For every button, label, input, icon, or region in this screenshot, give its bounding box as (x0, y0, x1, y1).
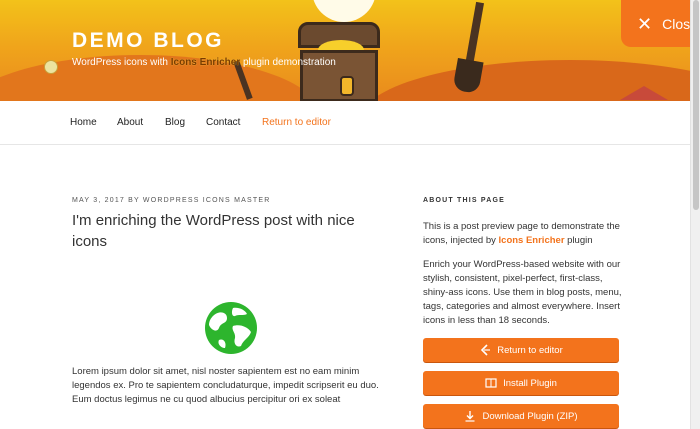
return-to-editor-button[interactable]: Return to editor (423, 338, 619, 362)
scrollbar-thumb[interactable] (693, 0, 699, 210)
install-plugin-button[interactable]: Install Plugin (423, 371, 619, 395)
close-button[interactable]: ✕ Close (621, 0, 700, 47)
sidebar-heading: ABOUT THIS PAGE (423, 197, 506, 204)
header-lamp (312, 0, 376, 22)
nav-item-contact[interactable]: Contact (206, 117, 240, 128)
sidebar-intro-text: plugin (564, 235, 593, 246)
post-body: Lorem ipsum dolor sit amet, nisl noster … (72, 366, 379, 405)
post-title[interactable]: I'm enriching the WordPress post with ni… (72, 210, 392, 252)
install-plugin-label: Install Plugin (503, 377, 557, 389)
plugin-name-link[interactable]: Icons Enricher (499, 235, 565, 246)
house-roof (620, 86, 668, 100)
nav-item-blog[interactable]: Blog (165, 117, 185, 128)
ball-icon (44, 60, 58, 74)
sidebar-intro: This is a post preview page to demonstra… (423, 220, 623, 248)
return-to-editor-label: Return to editor (497, 344, 563, 356)
plugin-name-highlight: Icons Enricher (170, 57, 241, 68)
site-title[interactable]: DEMO BLOG (72, 29, 224, 53)
download-plugin-button[interactable]: Download Plugin (ZIP) (423, 404, 619, 428)
page-scrollbar[interactable] (690, 0, 700, 429)
nav-item-home[interactable]: Home (70, 117, 97, 128)
download-plugin-label: Download Plugin (ZIP) (482, 410, 578, 422)
sidebar-description: Enrich your WordPress-based website with… (423, 259, 622, 326)
site-description-text: WordPress icons with (72, 57, 171, 68)
pen-icon (481, 344, 491, 356)
globe-icon (205, 302, 257, 354)
close-icon: ✕ (637, 13, 653, 34)
lock-icon (340, 76, 354, 96)
book-icon (485, 378, 497, 388)
main-navigation: Home About Blog Contact Return to editor (0, 101, 690, 145)
post-meta: MAY 3, 2017 BY WORDPRESS ICONS MASTER (72, 197, 271, 204)
nav-item-return-to-editor[interactable]: Return to editor (262, 117, 331, 128)
download-icon (465, 411, 475, 422)
site-description: WordPress icons with Icons Enricher plug… (72, 57, 336, 68)
nav-item-about[interactable]: About (117, 117, 143, 128)
site-description-text: plugin demonstration (240, 57, 336, 68)
site-header: DEMO BLOG WordPress icons with Icons Enr… (0, 0, 690, 101)
